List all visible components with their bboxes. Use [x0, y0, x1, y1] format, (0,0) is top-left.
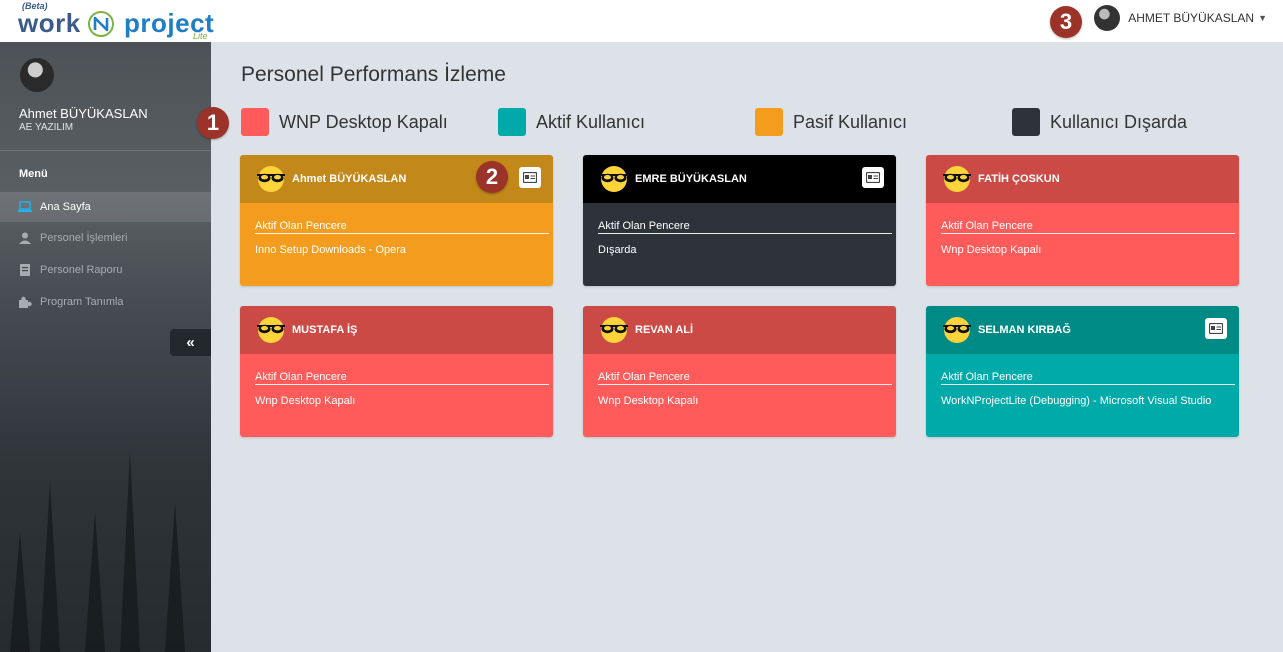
- id-card-icon: [523, 172, 537, 183]
- id-card-icon: [1209, 323, 1223, 334]
- annotation-badge-3: 3: [1050, 6, 1082, 38]
- card-body: Aktif Olan Pencere Wnp Desktop Kapalı: [926, 203, 1239, 286]
- logo-n-icon: [88, 11, 114, 37]
- sidebar-company: AE YAZILIM: [19, 122, 74, 133]
- card-active-window: Dışarda: [598, 244, 637, 256]
- personnel-card: FATİH ÇOSKUN Aktif Olan Pencere Wnp Desk…: [926, 155, 1239, 286]
- card-person-name: Ahmet BÜYÜKASLAN: [292, 173, 407, 185]
- legend-item-aktif: Aktif Kullanıcı: [498, 108, 645, 136]
- card-body: Aktif Olan Pencere Inno Setup Downloads …: [240, 203, 553, 286]
- legend-item-wnp-kapali: WNP Desktop Kapalı: [241, 108, 448, 136]
- card-section-label: Aktif Olan Pencere: [255, 371, 549, 385]
- logo-lite-label: Lite: [193, 31, 208, 41]
- personnel-card: EMRE BÜYÜKASLAN Aktif Olan Pencere Dışar…: [583, 155, 896, 286]
- sidebar-item-personel-raporu[interactable]: Personel Raporu: [0, 255, 211, 285]
- caret-down-icon: ▼: [1258, 13, 1267, 23]
- sidebar-divider: [0, 150, 211, 151]
- card-person-name: REVAN ALİ: [635, 324, 694, 336]
- legend-swatch: [1012, 108, 1040, 136]
- id-card-button[interactable]: [519, 167, 541, 188]
- legend-item-disarda: Kullanıcı Dışarda: [1012, 108, 1187, 136]
- card-header: SELMAN KIRBAĞ: [926, 306, 1239, 354]
- report-icon: [18, 263, 32, 277]
- personnel-card: SELMAN KIRBAĞ Aktif Olan Pencere WorkNPr…: [926, 306, 1239, 437]
- sidebar-item-label: Ana Sayfa: [40, 201, 91, 213]
- card-body: Aktif Olan Pencere Dışarda: [583, 203, 896, 286]
- legend-label: Aktif Kullanıcı: [536, 111, 646, 132]
- card-body: Aktif Olan Pencere WorkNProjectLite (Deb…: [926, 354, 1239, 437]
- sidebar-item-label: Program Tanımla: [40, 296, 124, 308]
- sidebar-menu-title: Menü: [19, 168, 48, 180]
- card-body: Aktif Olan Pencere Wnp Desktop Kapalı: [583, 354, 896, 437]
- personnel-card: REVAN ALİ Aktif Olan Pencere Wnp Desktop…: [583, 306, 896, 437]
- user-menu-dropdown[interactable]: AHMET BÜYÜKASLAN ▼: [1094, 5, 1267, 31]
- card-section-label: Aktif Olan Pencere: [598, 371, 892, 385]
- card-person-name: SELMAN KIRBAĞ: [978, 324, 1071, 336]
- annotation-badge-1: 1: [197, 107, 229, 139]
- legend-item-pasif: Pasif Kullanıcı: [755, 108, 907, 136]
- sunglasses-emoji-icon: [257, 166, 285, 192]
- legend-label: Pasif Kullanıcı: [793, 111, 908, 132]
- legend-label: Kullanıcı Dışarda: [1050, 111, 1188, 132]
- card-person-name: MUSTAFA İŞ: [292, 324, 358, 336]
- card-section-label: Aktif Olan Pencere: [255, 220, 549, 234]
- sunglasses-emoji-icon: [257, 317, 285, 343]
- card-section-label: Aktif Olan Pencere: [941, 220, 1235, 234]
- sidebar: Ahmet BÜYÜKASLAN AE YAZILIM Menü Ana Say…: [0, 42, 211, 652]
- sunglasses-emoji-icon: [943, 166, 971, 192]
- sunglasses-emoji-icon: [943, 317, 971, 343]
- legend-swatch: [498, 108, 526, 136]
- sunglasses-emoji-icon: [600, 166, 628, 192]
- card-header: EMRE BÜYÜKASLAN: [583, 155, 896, 203]
- puzzle-icon: [18, 295, 32, 309]
- user-icon: [18, 231, 32, 245]
- id-card-button[interactable]: [862, 167, 884, 188]
- legend-swatch: [755, 108, 783, 136]
- sidebar-avatar: [20, 58, 54, 92]
- card-header: MUSTAFA İŞ: [240, 306, 553, 354]
- top-bar: (Beta) work project Lite 3 AHMET BÜYÜKAS…: [0, 0, 1283, 42]
- sidebar-item-program-tanimla[interactable]: Program Tanımla: [0, 287, 211, 317]
- annotation-badge-2: 2: [476, 161, 508, 193]
- card-active-window: Wnp Desktop Kapalı: [941, 244, 1042, 256]
- card-person-name: EMRE BÜYÜKASLAN: [635, 173, 747, 185]
- card-section-label: Aktif Olan Pencere: [941, 371, 1235, 385]
- card-active-window: WorkNProjectLite (Debugging) - Microsoft…: [941, 395, 1212, 407]
- sidebar-collapse-button[interactable]: «: [170, 329, 211, 356]
- card-active-window: Wnp Desktop Kapalı: [255, 395, 356, 407]
- sidebar-item-label: Personel İşlemleri: [40, 232, 128, 244]
- legend-swatch: [241, 108, 269, 136]
- card-section-label: Aktif Olan Pencere: [598, 220, 892, 234]
- logo-word-work: work: [18, 8, 81, 38]
- user-menu-name: AHMET BÜYÜKASLAN: [1128, 11, 1255, 25]
- id-card-icon: [866, 172, 880, 183]
- legend-label: WNP Desktop Kapalı: [279, 111, 448, 132]
- laptop-icon: [18, 200, 32, 214]
- sidebar-item-ana-sayfa[interactable]: Ana Sayfa: [0, 192, 211, 222]
- sunglasses-emoji-icon: [600, 317, 628, 343]
- id-card-button[interactable]: [1205, 318, 1227, 339]
- page-title: Personel Performans İzleme: [241, 63, 506, 86]
- avatar: [1094, 5, 1121, 31]
- card-body: Aktif Olan Pencere Wnp Desktop Kapalı: [240, 354, 553, 437]
- card-header: FATİH ÇOSKUN: [926, 155, 1239, 203]
- sidebar-user-name: Ahmet BÜYÜKASLAN: [19, 106, 148, 121]
- card-active-window: Inno Setup Downloads - Opera: [255, 244, 407, 256]
- personnel-card: MUSTAFA İŞ Aktif Olan Pencere Wnp Deskto…: [240, 306, 553, 437]
- sidebar-item-label: Personel Raporu: [40, 264, 123, 276]
- sidebar-item-personel-islemleri[interactable]: Personel İşlemleri: [0, 223, 211, 253]
- card-active-window: Wnp Desktop Kapalı: [598, 395, 699, 407]
- card-person-name: FATİH ÇOSKUN: [978, 173, 1060, 185]
- card-header: REVAN ALİ: [583, 306, 896, 354]
